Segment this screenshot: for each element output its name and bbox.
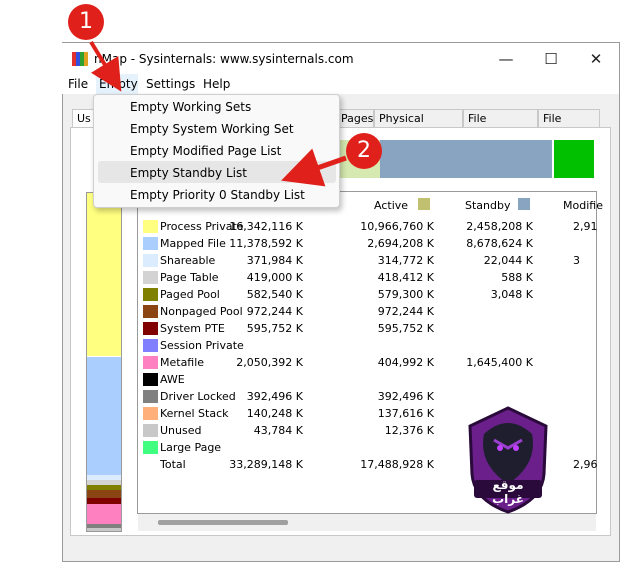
step-badge-1: 1	[68, 4, 104, 40]
watermark-text: موقع غراب	[492, 478, 524, 506]
arrow-to-standby-item	[281, 148, 347, 187]
arrow-to-empty-menu	[89, 40, 122, 92]
step-badge-2: 2	[346, 133, 382, 169]
